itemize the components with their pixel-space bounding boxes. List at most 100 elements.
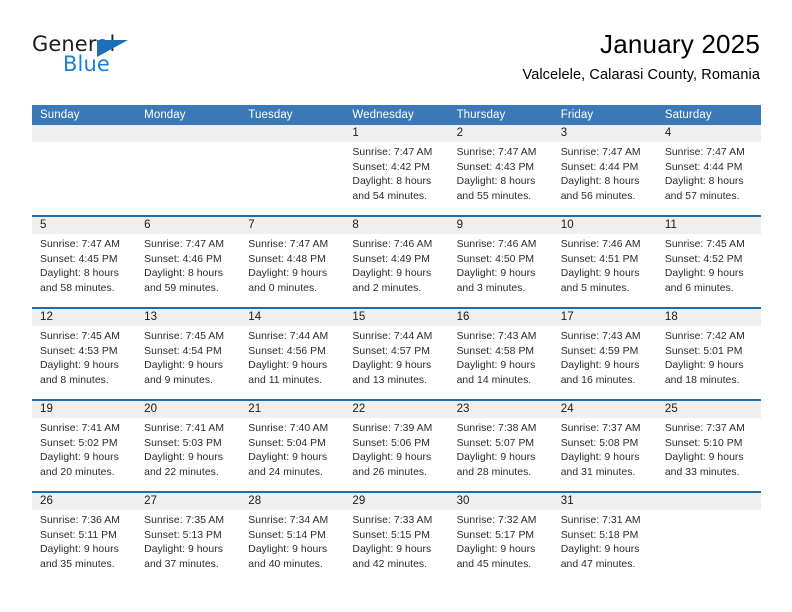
calendar-cell[interactable]: 13 Sunrise: 7:45 AM Sunset: 4:54 PM Dayligh… (136, 307, 241, 400)
daylight-text-line2: and 31 minutes. (560, 466, 636, 478)
day-cell: 6 Sunrise: 7:47 AM Sunset: 4:46 PM Daylight… (136, 217, 241, 307)
day-number (32, 125, 137, 142)
sunset-text: Sunset: 4:58 PM (456, 345, 535, 357)
calendar-cell[interactable]: 27 Sunrise: 7:35 AM Sunset: 5:13 PM Dayligh… (136, 491, 241, 583)
calendar-cell[interactable]: 23 Sunrise: 7:38 AM Sunset: 5:07 PM Dayligh… (448, 399, 553, 492)
sunrise-text: Sunrise: 7:31 AM (560, 515, 641, 526)
calendar-cell[interactable]: 30 Sunrise: 7:32 AM Sunset: 5:17 PM Dayligh… (448, 491, 553, 583)
calendar-cell[interactable]: 17 Sunrise: 7:43 AM Sunset: 4:59 PM Dayligh… (552, 307, 657, 400)
daylight-text-line2: and 9 minutes. (144, 374, 213, 386)
daylight-text-line2: and 16 minutes. (560, 374, 636, 386)
day-details: Sunrise: 7:47 AM Sunset: 4:45 PM Daylight:… (32, 234, 136, 296)
sunset-text: Sunset: 5:03 PM (144, 437, 222, 449)
day-cell: 4 Sunrise: 7:47 AM Sunset: 4:44 PM Daylight… (656, 125, 761, 215)
day-number: 23 (448, 401, 553, 418)
calendar-cell[interactable]: 1 Sunrise: 7:47 AM Sunset: 4:42 PM Daylight… (344, 125, 449, 216)
weekday-header-tuesday: Tuesday (240, 105, 345, 125)
weekday-header-saturday: Saturday (656, 105, 761, 125)
day-cell: 24 Sunrise: 7:37 AM Sunset: 5:08 PM Dayligh… (552, 401, 657, 491)
calendar-cell[interactable]: 31 Sunrise: 7:31 AM Sunset: 5:18 PM Dayligh… (552, 491, 657, 583)
daylight-text-line2: and 57 minutes. (664, 190, 740, 202)
sunset-text: Sunset: 5:02 PM (40, 437, 118, 449)
sunset-text: Sunset: 4:59 PM (560, 345, 639, 357)
calendar-cell[interactable]: 20 Sunrise: 7:41 AM Sunset: 5:03 PM Dayligh… (136, 399, 241, 492)
daylight-text-line2: and 24 minutes. (248, 466, 323, 478)
calendar-week-row: 12 Sunrise: 7:45 AM Sunset: 4:53 PM Dayligh… (32, 307, 761, 400)
calendar-cell[interactable]: 4 Sunrise: 7:47 AM Sunset: 4:44 PM Daylight… (656, 125, 761, 216)
daylight-text-line1: Daylight: 9 hours (560, 452, 640, 464)
calendar-cell[interactable]: 18 Sunrise: 7:42 AM Sunset: 5:01 PM Dayligh… (656, 307, 761, 400)
day-number: 9 (448, 217, 553, 234)
day-details: Sunrise: 7:47 AM Sunset: 4:44 PM Daylight:… (657, 142, 761, 204)
day-number: 18 (656, 309, 761, 326)
sunrise-text: Sunrise: 7:47 AM (560, 147, 641, 158)
calendar-cell (656, 491, 761, 583)
daylight-text-line2: and 3 minutes. (456, 282, 526, 294)
calendar-cell[interactable]: 26 Sunrise: 7:36 AM Sunset: 5:11 PM Dayligh… (32, 491, 137, 583)
weekday-header-sunday: Sunday (32, 105, 137, 125)
sunrise-text: Sunrise: 7:47 AM (144, 239, 225, 250)
weekday-header-wednesday: Wednesday (344, 105, 449, 125)
day-cell: 30 Sunrise: 7:32 AM Sunset: 5:17 PM Dayligh… (448, 493, 553, 583)
day-cell: 11 Sunrise: 7:45 AM Sunset: 4:52 PM Dayligh… (656, 217, 761, 307)
calendar-cell[interactable]: 11 Sunrise: 7:45 AM Sunset: 4:52 PM Dayligh… (656, 215, 761, 308)
calendar-cell[interactable]: 19 Sunrise: 7:41 AM Sunset: 5:02 PM Dayligh… (32, 399, 137, 492)
sunset-text: Sunset: 4:49 PM (352, 253, 430, 265)
day-number (240, 125, 345, 142)
general-blue-logo[interactable]: General Blue (32, 32, 182, 88)
calendar-cell[interactable]: 15 Sunrise: 7:44 AM Sunset: 4:57 PM Dayligh… (344, 307, 449, 400)
day-number: 22 (344, 401, 449, 418)
calendar-cell[interactable]: 7 Sunrise: 7:47 AM Sunset: 4:48 PM Daylight… (240, 215, 345, 308)
calendar-week-row: 5 Sunrise: 7:47 AM Sunset: 4:45 PM Daylight… (32, 215, 761, 308)
daylight-text-line2: and 33 minutes. (664, 466, 740, 478)
weekday-header-monday: Monday (136, 105, 241, 125)
daylight-text-line2: and 35 minutes. (40, 558, 115, 570)
day-cell: 26 Sunrise: 7:36 AM Sunset: 5:11 PM Dayligh… (32, 493, 137, 583)
calendar-cell[interactable]: 29 Sunrise: 7:33 AM Sunset: 5:15 PM Dayligh… (344, 491, 449, 583)
calendar-cell[interactable]: 6 Sunrise: 7:47 AM Sunset: 4:46 PM Daylight… (136, 215, 241, 308)
sunrise-text: Sunrise: 7:33 AM (352, 515, 433, 526)
day-details: Sunrise: 7:43 AM Sunset: 4:59 PM Daylight:… (553, 326, 657, 388)
day-cell: 19 Sunrise: 7:41 AM Sunset: 5:02 PM Dayligh… (32, 401, 137, 491)
calendar-cell[interactable]: 28 Sunrise: 7:34 AM Sunset: 5:14 PM Dayligh… (240, 491, 345, 583)
daylight-text-line2: and 45 minutes. (456, 558, 532, 570)
daylight-text-line1: Daylight: 9 hours (248, 452, 328, 464)
calendar-cell[interactable]: 12 Sunrise: 7:45 AM Sunset: 4:53 PM Dayligh… (32, 307, 137, 400)
daylight-text-line2: and 40 minutes. (248, 558, 323, 570)
day-number: 21 (240, 401, 345, 418)
sunrise-text: Sunrise: 7:41 AM (144, 423, 225, 434)
day-cell: 17 Sunrise: 7:43 AM Sunset: 4:59 PM Dayligh… (552, 309, 657, 399)
calendar-cell[interactable]: 10 Sunrise: 7:46 AM Sunset: 4:51 PM Dayligh… (552, 215, 657, 308)
calendar-cell[interactable]: 14 Sunrise: 7:44 AM Sunset: 4:56 PM Dayligh… (240, 307, 345, 400)
sunset-text: Sunset: 5:08 PM (560, 437, 639, 449)
calendar-cell[interactable]: 5 Sunrise: 7:47 AM Sunset: 4:45 PM Daylight… (32, 215, 137, 308)
calendar-cell[interactable]: 16 Sunrise: 7:43 AM Sunset: 4:58 PM Dayligh… (448, 307, 553, 400)
day-cell (656, 493, 761, 583)
day-number: 10 (552, 217, 657, 234)
day-number: 26 (32, 493, 137, 510)
calendar-cell[interactable]: 3 Sunrise: 7:47 AM Sunset: 4:44 PM Daylight… (552, 125, 657, 216)
day-number: 19 (32, 401, 137, 418)
calendar-cell[interactable]: 9 Sunrise: 7:46 AM Sunset: 4:50 PM Daylight… (448, 215, 553, 308)
calendar-cell[interactable]: 25 Sunrise: 7:37 AM Sunset: 5:10 PM Dayligh… (656, 399, 761, 492)
calendar-cell[interactable]: 24 Sunrise: 7:37 AM Sunset: 5:08 PM Dayligh… (552, 399, 657, 492)
calendar-cell[interactable]: 2 Sunrise: 7:47 AM Sunset: 4:43 PM Daylight… (448, 125, 553, 216)
daylight-text-line2: and 20 minutes. (40, 466, 115, 478)
sunset-text: Sunset: 4:48 PM (248, 253, 326, 265)
daylight-text-line2: and 2 minutes. (352, 282, 422, 294)
calendar-cell[interactable]: 8 Sunrise: 7:46 AM Sunset: 4:49 PM Daylight… (344, 215, 449, 308)
sunset-text: Sunset: 4:52 PM (664, 253, 743, 265)
sunrise-text: Sunrise: 7:47 AM (664, 147, 745, 158)
day-number: 2 (448, 125, 553, 142)
calendar-cell[interactable]: 21 Sunrise: 7:40 AM Sunset: 5:04 PM Dayligh… (240, 399, 345, 492)
daylight-text-line1: Daylight: 9 hours (40, 452, 119, 464)
day-details: Sunrise: 7:46 AM Sunset: 4:51 PM Daylight:… (553, 234, 657, 296)
weekday-header-friday: Friday (552, 105, 657, 125)
daylight-text-line1: Daylight: 9 hours (352, 360, 432, 372)
day-cell: 25 Sunrise: 7:37 AM Sunset: 5:10 PM Dayligh… (656, 401, 761, 491)
calendar-cell[interactable]: 22 Sunrise: 7:39 AM Sunset: 5:06 PM Dayligh… (344, 399, 449, 492)
sunset-text: Sunset: 5:15 PM (352, 529, 430, 541)
sunset-text: Sunset: 4:44 PM (664, 161, 743, 173)
daylight-text-line1: Daylight: 9 hours (664, 268, 744, 280)
day-details: Sunrise: 7:47 AM Sunset: 4:42 PM Daylight:… (344, 142, 448, 204)
